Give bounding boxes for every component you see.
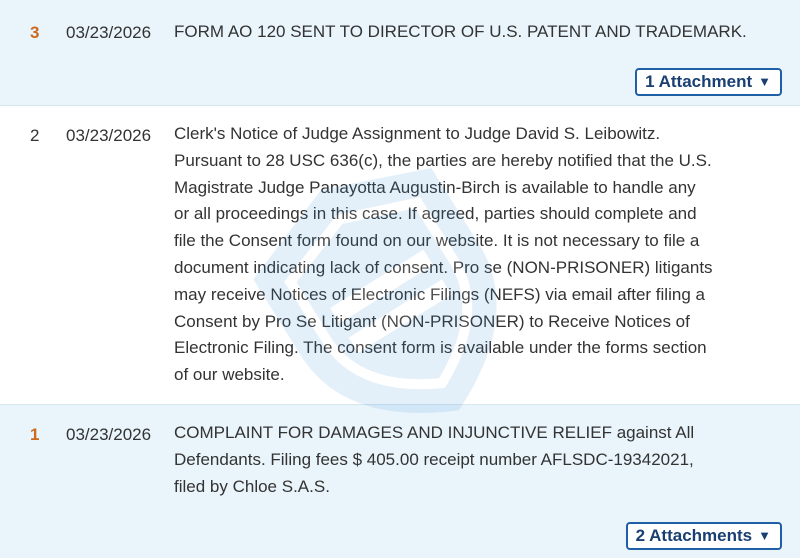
docket-entries: 3 03/23/2026 FORM AO 120 SENT TO DIRECTO… <box>0 0 800 558</box>
entry-description: Clerk's Notice of Judge Assignment to Ju… <box>174 121 774 389</box>
description-line: Magistrate Judge Panayotta Augustin-Birc… <box>174 177 696 197</box>
description-line: document indicating lack of consent. Pro… <box>174 257 713 277</box>
entry-description: FORM AO 120 SENT TO DIRECTOR OF U.S. PAT… <box>174 19 774 46</box>
entry-date: 03/23/2026 <box>66 126 152 145</box>
entry-number: 2 <box>30 126 40 145</box>
entry-number: 3 <box>30 23 40 42</box>
attachments-dropdown-button[interactable]: 1 Attachment ▼ <box>635 68 782 96</box>
description-line: Pursuant to 28 USC 636(c), the parties a… <box>174 150 712 170</box>
description-line: file the Consent form found on our websi… <box>174 231 700 251</box>
attachments-label: 2 Attachments <box>635 526 753 545</box>
description-line: filed by Chloe S.A.S. <box>174 476 330 496</box>
entry-date: 03/23/2026 <box>66 425 152 444</box>
description-line: or all proceedings in this case. If agre… <box>174 204 697 224</box>
description-line: Electronic Filing. The consent form is a… <box>174 338 707 358</box>
docket-entry-3: 3 03/23/2026 FORM AO 120 SENT TO DIRECTO… <box>0 0 800 106</box>
caret-down-icon: ▼ <box>758 528 771 543</box>
attachments-dropdown-button[interactable]: 2 Attachments ▼ <box>625 522 782 550</box>
entry-description: COMPLAINT FOR DAMAGES AND INJUNCTIVE REL… <box>174 420 774 500</box>
description-line: COMPLAINT FOR DAMAGES AND INJUNCTIVE REL… <box>174 423 695 442</box>
description-line: of our website. <box>174 365 285 385</box>
entry-date: 03/23/2026 <box>66 23 152 42</box>
entry-number: 1 <box>30 425 40 444</box>
description-line: Defendants. Filing fees $ 405.00 receipt… <box>174 449 694 469</box>
docket-entry-2: 2 03/23/2026 Clerk's Notice of Judge Ass… <box>0 106 800 405</box>
attachments-label: 1 Attachment <box>645 72 753 91</box>
description-line: Clerk's Notice of Judge Assignment to Ju… <box>174 124 661 143</box>
description-line: Consent by Pro Se Litigant (NON-PRISONER… <box>174 311 690 331</box>
docket-entry-1: 1 03/23/2026 COMPLAINT FOR DAMAGES AND I… <box>0 405 800 558</box>
caret-down-icon: ▼ <box>758 74 771 89</box>
description-line: FORM AO 120 SENT TO DIRECTOR OF U.S. PAT… <box>174 22 747 41</box>
description-line: may receive Notices of Electronic Filing… <box>174 284 705 304</box>
